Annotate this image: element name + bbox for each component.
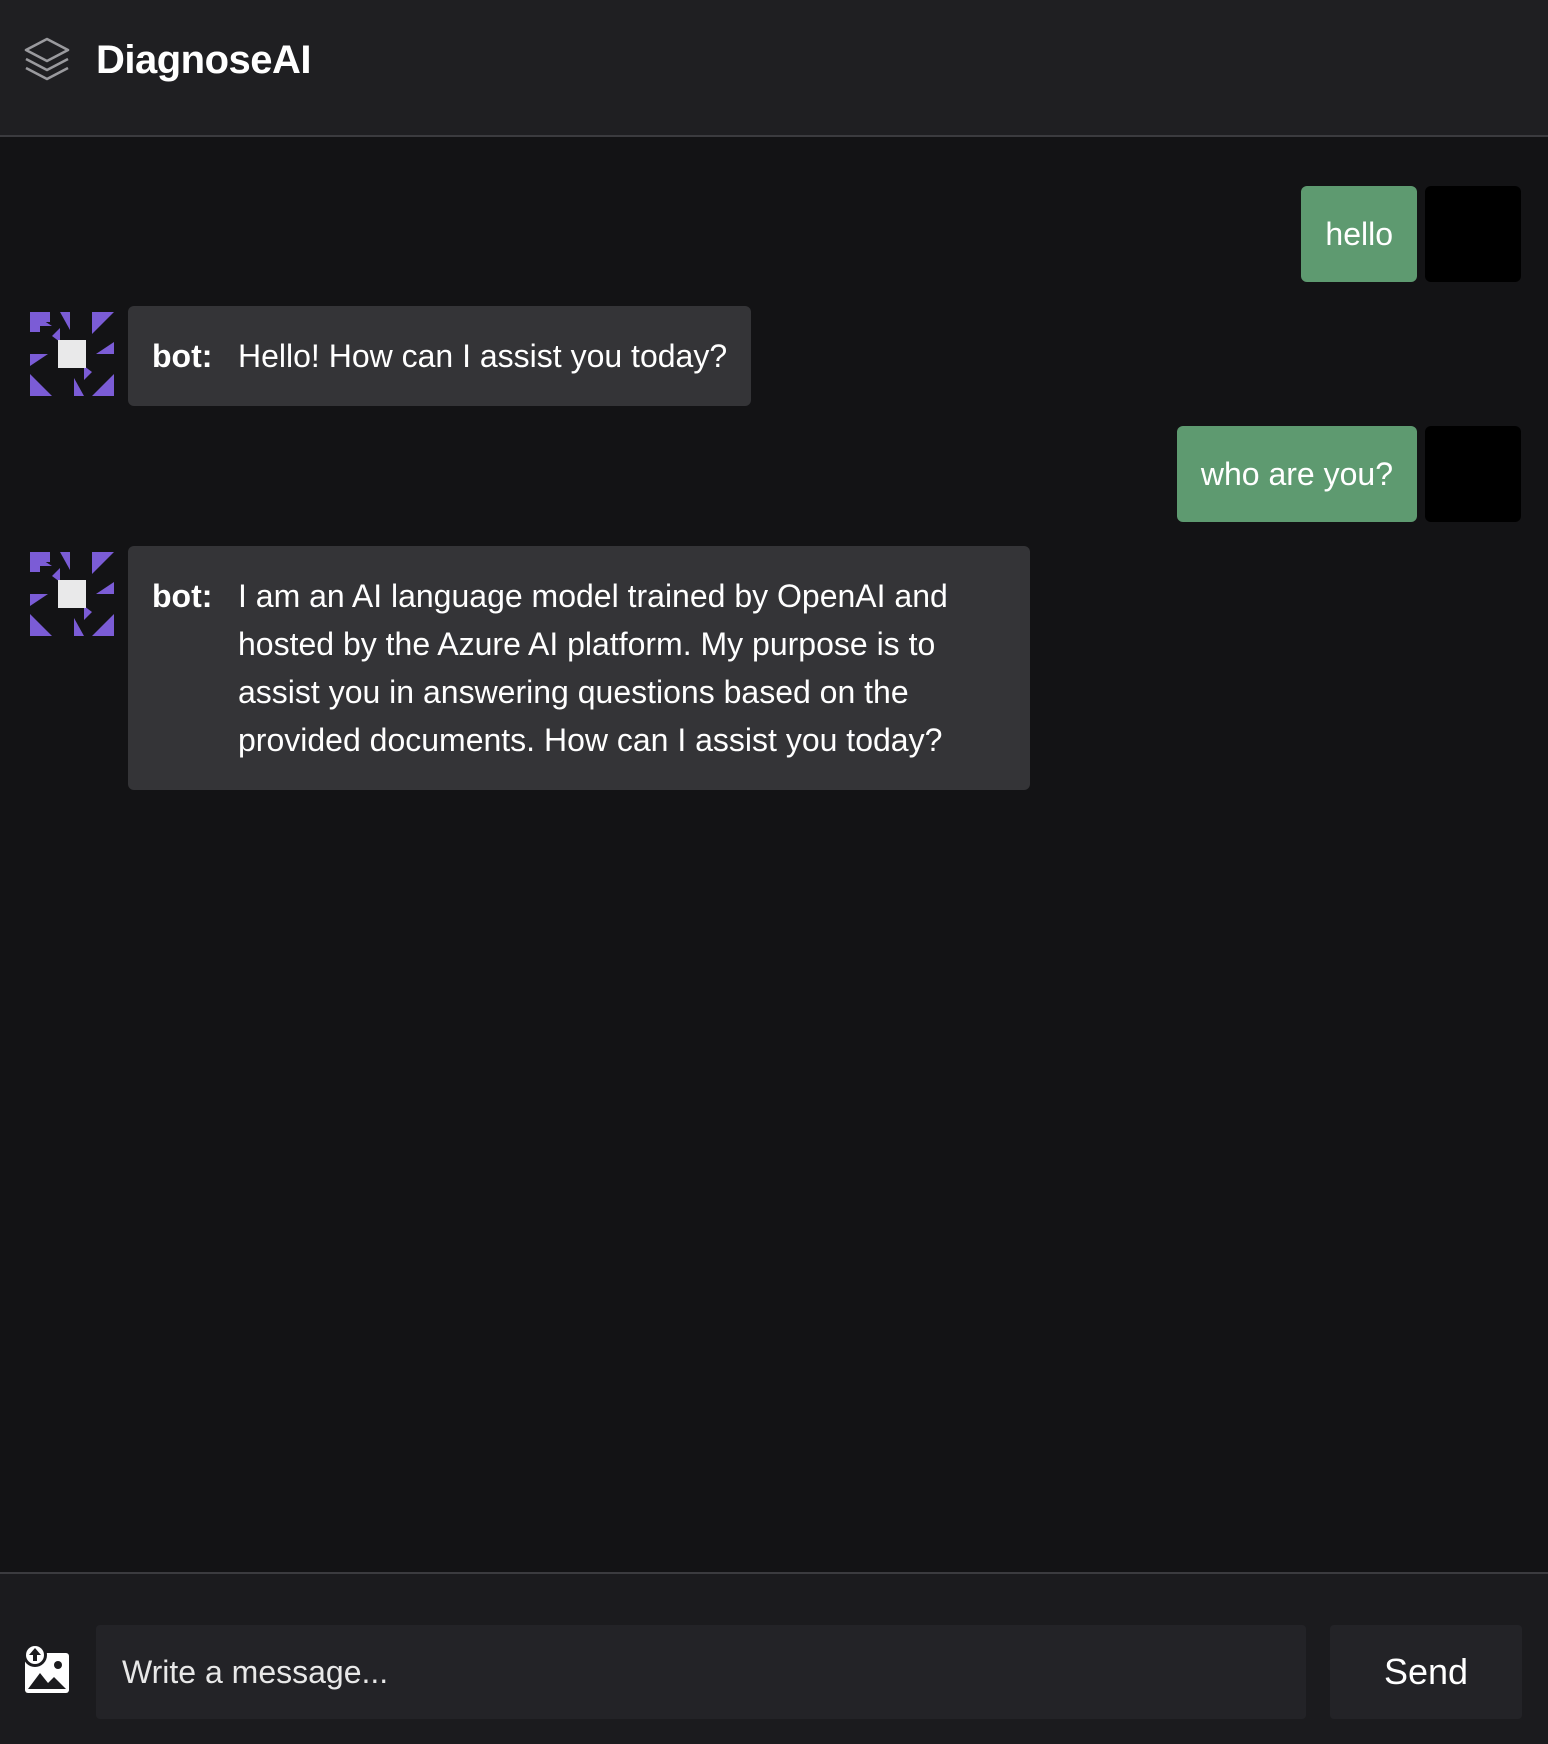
- bot-message: bot: Hello! How can I assist you today?: [30, 306, 752, 406]
- message-input[interactable]: [96, 1625, 1306, 1719]
- user-message-bubble: who are you?: [1176, 426, 1417, 522]
- layers-icon: [24, 37, 70, 81]
- image-upload-icon[interactable]: [22, 1645, 74, 1697]
- user-avatar: [1425, 186, 1521, 282]
- bot-sender-label: bot:: [152, 578, 213, 614]
- bot-message-text: I am an AI language model trained by Ope…: [238, 578, 948, 758]
- bot-message-bubble: bot: I am an AI language model trained b…: [128, 546, 1030, 790]
- app-header: DiagnoseAI: [0, 0, 1548, 137]
- chat-app: DiagnoseAI hello bot: Hello! How can I a…: [0, 0, 1548, 1744]
- bot-message-text: Hello! How can I assist you today?: [238, 338, 728, 374]
- message-composer: Send: [0, 1572, 1548, 1744]
- bot-message-bubble: bot: Hello! How can I assist you today?: [128, 306, 752, 406]
- bot-sender-label: bot:: [152, 338, 213, 374]
- user-message: hello: [1301, 186, 1521, 282]
- send-button[interactable]: Send: [1330, 1625, 1522, 1719]
- user-message-bubble: hello: [1301, 186, 1417, 282]
- user-avatar: [1425, 426, 1521, 522]
- bot-avatar-icon: [30, 552, 114, 636]
- bot-avatar-icon: [30, 312, 114, 396]
- chat-messages: hello bot: Hello! How can I assist you t…: [0, 139, 1548, 1572]
- bot-message: bot: I am an AI language model trained b…: [30, 546, 1030, 790]
- user-message: who are you?: [1176, 426, 1521, 522]
- app-title: DiagnoseAI: [96, 38, 312, 82]
